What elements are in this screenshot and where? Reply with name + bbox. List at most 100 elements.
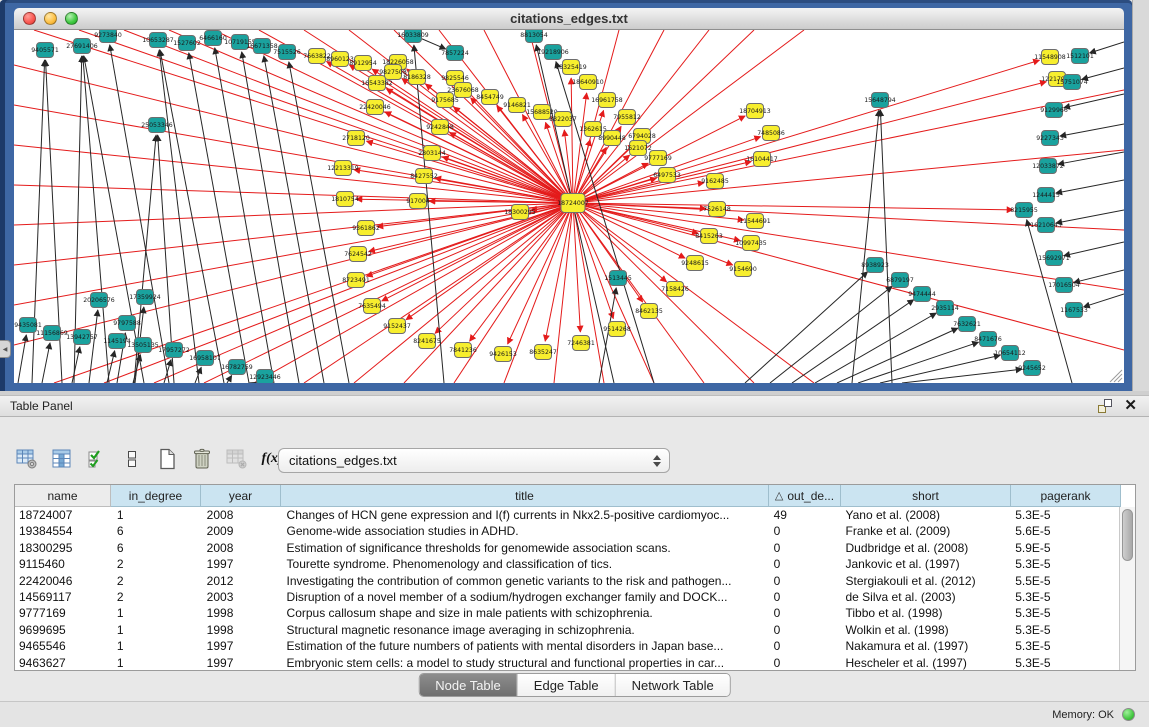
graph-edge-black[interactable]: [1064, 242, 1124, 256]
table-row[interactable]: 1456911722003Disruption of a novel membe…: [15, 589, 1119, 605]
cell-pagerank[interactable]: 5.5E-5: [1009, 573, 1119, 589]
graph-edge-black[interactable]: [133, 355, 140, 383]
graph-edge-red[interactable]: [435, 203, 573, 333]
cell-name[interactable]: 14569117: [15, 589, 111, 605]
graph-node[interactable]: 9248615: [681, 256, 709, 271]
select-attributes-button[interactable]: [84, 446, 110, 472]
graph-edge-red[interactable]: [573, 93, 587, 203]
cell-pagerank[interactable]: 5.3E-5: [1009, 507, 1119, 523]
cell-title[interactable]: Embryonic stem cells: a model to study s…: [281, 655, 768, 670]
graph-edge-red[interactable]: [382, 203, 573, 301]
cell-pagerank[interactable]: 5.6E-5: [1009, 523, 1119, 539]
graph-edge-black[interactable]: [770, 286, 892, 383]
graph-node[interactable]: 1512101: [1066, 49, 1094, 64]
graph-edge-red[interactable]: [354, 170, 573, 203]
float-panel-button[interactable]: [1098, 399, 1112, 413]
delete-table-button-disabled[interactable]: [224, 446, 250, 472]
table-row[interactable]: 2242004622012Investigating the contribut…: [15, 573, 1119, 589]
close-panel-button[interactable]: ✕: [1124, 399, 1137, 413]
cell-pagerank[interactable]: 5.3E-5: [1009, 556, 1119, 572]
graph-edge-black[interactable]: [815, 313, 936, 383]
cell-out_de[interactable]: 0: [768, 638, 840, 654]
cell-name[interactable]: 9699695: [15, 622, 111, 638]
graph-node[interactable]: 16033809: [397, 30, 429, 43]
cell-title[interactable]: Corpus callosum shape and size in male p…: [281, 605, 768, 621]
cell-title[interactable]: Genome-wide association studies in ADHD.: [281, 523, 768, 539]
cell-year[interactable]: 1997: [201, 556, 281, 572]
graph-node[interactable]: 1810754: [331, 192, 359, 207]
cell-out_de[interactable]: 49: [768, 507, 840, 523]
delete-column-button[interactable]: [189, 446, 215, 472]
graph-node[interactable]: 20206576: [83, 293, 115, 308]
graph-edge-black[interactable]: [1056, 210, 1124, 223]
graph-node[interactable]: 8635247: [529, 345, 557, 360]
graph-edge-black[interactable]: [89, 310, 98, 383]
table-row[interactable]: 911546021997Tourette syndrome. Phenomeno…: [15, 556, 1119, 572]
graph-node[interactable]: 19218906: [537, 45, 569, 60]
vertical-scrollbar[interactable]: [1119, 507, 1135, 670]
cell-out_de[interactable]: 0: [768, 605, 840, 621]
cell-pagerank[interactable]: 5.3E-5: [1009, 655, 1119, 670]
table-row[interactable]: 1830029562008Estimation of significance …: [15, 540, 1119, 556]
graph-edge-red[interactable]: [385, 112, 573, 203]
cell-pagerank[interactable]: 5.3E-5: [1009, 589, 1119, 605]
graph-node[interactable]: 7632621: [953, 317, 981, 332]
graph-edge-red[interactable]: [554, 203, 573, 383]
graph-edge-black[interactable]: [1058, 152, 1124, 164]
graph-node[interactable]: 16104417: [746, 152, 778, 167]
tab-node-table[interactable]: Node Table: [419, 674, 518, 696]
graph-node[interactable]: 9361862: [352, 221, 380, 236]
graph-node[interactable]: 6466160: [199, 31, 227, 46]
cell-out_de[interactable]: 0: [768, 523, 840, 539]
column-header-in_degree[interactable]: in_degree: [111, 485, 201, 507]
table-row[interactable]: 1938455462009Genome-wide association stu…: [15, 523, 1119, 539]
graph-edge-black[interactable]: [289, 62, 349, 383]
cell-out_de[interactable]: 0: [768, 556, 840, 572]
graph-node[interactable]: 9405571: [31, 43, 59, 58]
graph-node[interactable]: 8454749: [476, 90, 504, 105]
graph-edge-black[interactable]: [159, 50, 199, 383]
cell-out_de[interactable]: 0: [768, 540, 840, 556]
graph-edge-black[interactable]: [18, 335, 26, 383]
graph-edge-black[interactable]: [160, 50, 224, 383]
graph-edge-black[interactable]: [1060, 124, 1124, 136]
graph-node[interactable]: 9227343: [1036, 131, 1064, 146]
cell-title[interactable]: Disruption of a novel member of a sodium…: [281, 589, 768, 605]
graph-edge-red[interactable]: [14, 203, 573, 225]
tab-network-table[interactable]: Network Table: [616, 674, 730, 696]
graph-node[interactable]: 18640910: [572, 75, 604, 90]
cell-out_de[interactable]: 0: [768, 622, 840, 638]
cell-title[interactable]: Estimation of significance thresholds fo…: [281, 540, 768, 556]
graph-node[interactable]: 15692971: [1038, 251, 1070, 266]
graph-node[interactable]: 917004: [406, 194, 430, 209]
graph-edge-black[interactable]: [72, 347, 80, 383]
graph-node[interactable]: 9777169: [644, 151, 672, 166]
cell-in_degree[interactable]: 1: [111, 655, 201, 670]
cell-in_degree[interactable]: 2: [111, 589, 201, 605]
graph-node[interactable]: 12033872: [1032, 159, 1064, 174]
column-header-short[interactable]: short: [841, 485, 1011, 507]
graph-edge-black[interactable]: [227, 375, 232, 383]
graph-node[interactable]: 11548908: [1034, 50, 1066, 65]
graph-edge-red[interactable]: [571, 78, 573, 203]
cell-in_degree[interactable]: 2: [111, 573, 201, 589]
graph-node[interactable]: 17016504: [1048, 278, 1080, 293]
graph-node[interactable]: 8241675: [413, 334, 441, 349]
graph-node[interactable]: 9129966: [1040, 103, 1068, 118]
cell-pagerank[interactable]: 5.3E-5: [1009, 638, 1119, 654]
cell-in_degree[interactable]: 6: [111, 523, 201, 539]
network-window-titlebar[interactable]: citations_edges.txt: [14, 8, 1124, 30]
graph-node[interactable]: 10997435: [735, 236, 767, 251]
graph-node[interactable]: 7857224: [441, 46, 469, 61]
graph-node[interactable]: 1244415: [1032, 188, 1060, 203]
graph-node[interactable]: 8471676: [974, 332, 1002, 347]
graph-node[interactable]: 9474444: [908, 287, 936, 302]
cell-year[interactable]: 1997: [201, 655, 281, 670]
graph-node[interactable]: 9152437: [383, 319, 411, 334]
cell-short[interactable]: Hescheler et al. (1997): [840, 655, 1010, 670]
graph-node[interactable]: 7624542: [344, 247, 372, 262]
graph-node[interactable]: 27691406: [66, 39, 98, 54]
cell-in_degree[interactable]: 1: [111, 507, 201, 523]
new-column-button[interactable]: [154, 446, 180, 472]
graph-node[interactable]: 1167533: [1060, 303, 1088, 318]
